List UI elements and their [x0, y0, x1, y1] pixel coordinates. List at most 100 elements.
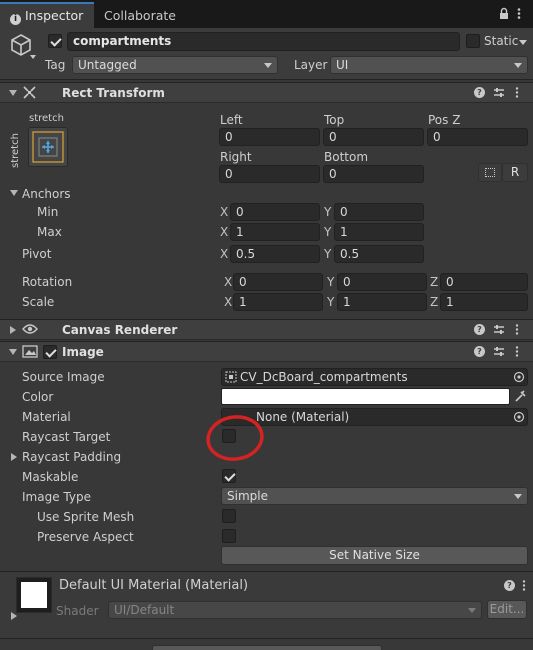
kebab-menu-icon[interactable]: [514, 87, 520, 98]
help-icon[interactable]: ?: [474, 87, 485, 98]
chevron-down-icon: [468, 608, 476, 613]
layer-dropdown[interactable]: UI: [330, 56, 528, 74]
min-y-label: Y: [324, 205, 332, 219]
max-y-field[interactable]: 1: [334, 223, 424, 241]
material-preview: [16, 577, 52, 613]
eye-icon: [22, 324, 38, 334]
preserve-aspect-checkbox[interactable]: [222, 529, 236, 543]
raycast-target-label: Raycast Target: [22, 430, 111, 444]
material-section-title: Default UI Material (Material): [59, 578, 249, 593]
anchors-label[interactable]: Anchors: [22, 187, 71, 201]
layer-label: Layer: [294, 58, 328, 72]
kebab-menu-icon[interactable]: [514, 346, 520, 357]
layer-value: UI: [336, 58, 349, 72]
rotation-x-label: X: [224, 275, 233, 289]
color-swatch[interactable]: [221, 388, 510, 405]
raycast-padding-foldout-icon[interactable]: [11, 453, 17, 461]
raycast-padding-label[interactable]: Raycast Padding: [22, 450, 121, 464]
image-type-label: Image Type: [22, 490, 91, 504]
scale-x-field[interactable]: 1: [233, 293, 323, 311]
presets-icon[interactable]: [493, 87, 505, 98]
rotation-z-field[interactable]: 0: [440, 273, 528, 291]
dotted-rect-icon: [485, 168, 495, 177]
scale-label: Scale: [22, 295, 55, 309]
min-y-field[interactable]: 0: [334, 203, 424, 221]
rect-transform-icon: [23, 86, 36, 99]
material-foldout-icon[interactable]: [11, 612, 17, 620]
min-label: Min: [37, 205, 59, 219]
pivot-x-field[interactable]: 0.5: [230, 245, 320, 263]
scale-y-field[interactable]: 1: [337, 293, 427, 311]
rotation-y-label: Y: [327, 275, 335, 289]
active-checkbox[interactable]: [48, 34, 62, 48]
tab-collaborate[interactable]: Collaborate: [104, 3, 176, 28]
static-dropdown-arrow-icon[interactable]: [519, 40, 527, 45]
pivot-y-label: Y: [324, 247, 332, 261]
scale-z-field[interactable]: 1: [440, 293, 528, 311]
maskable-checkbox[interactable]: [222, 469, 236, 483]
eyedropper-icon[interactable]: [514, 390, 526, 403]
bottom-label: Bottom: [324, 150, 369, 164]
static-checkbox[interactable]: [466, 34, 480, 48]
anchors-foldout-icon[interactable]: [10, 190, 18, 196]
scale-z-label: Z: [430, 295, 439, 309]
icon-dropdown-arrow-icon[interactable]: [30, 55, 36, 59]
add-component-button[interactable]: [152, 645, 382, 650]
kebab-menu-icon[interactable]: [521, 580, 527, 591]
shader-dropdown[interactable]: UI/Default: [108, 601, 482, 619]
help-icon[interactable]: ?: [474, 324, 485, 335]
image-foldout-icon[interactable]: [9, 349, 17, 355]
anchor-horizontal-label: stretch: [29, 113, 64, 124]
object-name-field[interactable]: compartments: [67, 32, 460, 51]
material-label: Material: [22, 410, 71, 424]
tab-inspector[interactable]: i Inspector: [0, 2, 94, 28]
left-field[interactable]: 0: [219, 128, 320, 146]
lock-icon[interactable]: [499, 7, 509, 20]
chevron-down-icon: [264, 63, 272, 68]
posz-field[interactable]: 0: [427, 128, 528, 146]
min-x-label: X: [220, 205, 229, 219]
bottom-field[interactable]: 0: [323, 165, 424, 183]
right-label: Right: [220, 150, 252, 164]
source-image-field[interactable]: CV_DcBoard_compartments: [221, 368, 528, 386]
rect-transform-foldout-icon[interactable]: [9, 90, 17, 96]
image-component-icon: [22, 345, 38, 358]
presets-icon[interactable]: [493, 324, 505, 335]
min-x-field[interactable]: 0: [230, 203, 320, 221]
image-enabled-checkbox[interactable]: [43, 345, 57, 359]
shader-value: UI/Default: [114, 603, 175, 617]
material-field[interactable]: None (Material): [221, 408, 528, 426]
help-icon[interactable]: ?: [504, 580, 515, 591]
tag-dropdown[interactable]: Untagged: [72, 56, 278, 74]
set-native-size-button[interactable]: Set Native Size: [221, 546, 528, 565]
source-image-value: CV_DcBoard_compartments: [240, 370, 408, 384]
image-type-dropdown[interactable]: Simple: [221, 487, 528, 505]
annotation-circle: [206, 415, 264, 461]
edit-shader-button[interactable]: Edit...: [487, 600, 527, 619]
max-x-label: X: [220, 225, 229, 239]
max-x-field[interactable]: 1: [230, 223, 320, 241]
right-field[interactable]: 0: [219, 165, 320, 183]
color-label: Color: [22, 390, 54, 404]
blueprint-mode-button[interactable]: [478, 163, 502, 182]
object-picker-icon[interactable]: [513, 411, 525, 423]
scale-y-label: Y: [327, 295, 335, 309]
rotation-y-field[interactable]: 0: [337, 273, 427, 291]
pivot-y-field[interactable]: 0.5: [334, 245, 424, 263]
raw-edit-button[interactable]: R: [502, 163, 528, 182]
presets-icon[interactable]: [493, 346, 505, 357]
anchor-presets-button[interactable]: [28, 127, 68, 167]
canvas-renderer-foldout-icon[interactable]: [10, 326, 16, 334]
tag-value: Untagged: [78, 58, 137, 72]
anchor-stretch-icon: [32, 131, 64, 163]
kebab-menu-icon[interactable]: [514, 324, 520, 335]
help-icon[interactable]: ?: [474, 346, 485, 357]
object-picker-icon[interactable]: [513, 371, 525, 383]
source-image-label: Source Image: [22, 370, 105, 384]
sprite-icon: [225, 371, 237, 383]
kebab-menu-icon[interactable]: [514, 7, 524, 20]
shader-label: Shader: [56, 604, 99, 618]
use-sprite-mesh-checkbox[interactable]: [222, 509, 236, 523]
top-field[interactable]: 0: [323, 128, 424, 146]
rotation-x-field[interactable]: 0: [233, 273, 323, 291]
